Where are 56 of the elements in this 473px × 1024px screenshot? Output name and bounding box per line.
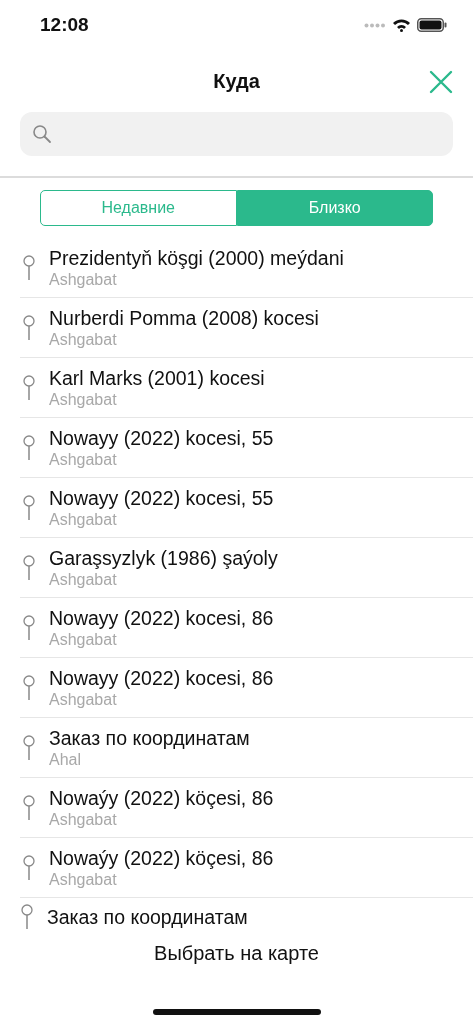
place-city: Ashgabat <box>49 690 118 709</box>
wifi-icon <box>392 18 411 32</box>
pin-icon <box>22 554 36 581</box>
pin-icon <box>22 674 36 701</box>
place-name: Nurberdi Pomma (2008) kocesi <box>49 306 319 330</box>
search-field[interactable] <box>20 112 453 156</box>
place-row[interactable]: Nurberdi Pomma (2008) kocesi Ashgabat <box>20 298 473 358</box>
place-city: Ashgabat <box>49 510 118 529</box>
place-city: Ashgabat <box>49 450 118 469</box>
place-row[interactable]: Nowayy (2022) kocesi, 86 Ashgabat <box>20 658 473 718</box>
place-name: Заказ по координатам <box>47 905 248 929</box>
place-city: Ashgabat <box>49 270 118 289</box>
place-name: Nowayy (2022) kocesi, 55 <box>49 426 274 450</box>
place-city: Ashgabat <box>49 810 118 829</box>
place-row[interactable]: Nowayy (2022) kocesi, 86 Ashgabat <box>20 598 473 658</box>
pin-icon <box>22 434 36 461</box>
battery-icon <box>417 18 447 32</box>
place-row[interactable]: Nowaýy (2022) köçesi, 86 Ashgabat <box>20 838 473 898</box>
place-city: Ahal <box>49 750 83 769</box>
screen-title: Куда <box>213 69 260 93</box>
pin-icon <box>22 494 36 521</box>
place-name: Prezidentyň köşgi (2000) meýdani <box>49 246 344 270</box>
pin-icon <box>22 314 36 341</box>
place-row[interactable]: Karl Marks (2001) kocesi Ashgabat <box>20 358 473 418</box>
place-city: Ashgabat <box>49 330 118 349</box>
place-name: Karl Marks (2001) kocesi <box>49 366 265 390</box>
close-button[interactable] <box>427 68 455 96</box>
place-city: Ashgabat <box>49 870 118 889</box>
pin-icon <box>22 614 36 641</box>
place-name: Nowayy (2022) kocesi, 86 <box>49 606 274 630</box>
place-row[interactable]: Заказ по координатам Ahal <box>20 718 473 778</box>
place-row[interactable]: Nowayy (2022) kocesi, 55 Ashgabat <box>20 418 473 478</box>
place-name: Nowaýy (2022) köçesi, 86 <box>49 846 274 870</box>
close-icon <box>427 68 455 96</box>
place-name: Nowaýy (2022) köçesi, 86 <box>49 786 274 810</box>
pin-icon <box>20 904 34 930</box>
place-city: Ashgabat <box>49 390 118 409</box>
pin-icon <box>22 794 36 821</box>
search-icon <box>32 124 52 144</box>
place-name: Заказ по координатам <box>49 726 250 750</box>
place-name: Garaşsyzlyk (1986) şaýoly <box>49 546 278 570</box>
pin-icon <box>22 374 36 401</box>
choose-on-map-button[interactable]: Выбрать на карте <box>146 938 327 969</box>
place-row[interactable]: Nowayy (2022) kocesi, 55 Ashgabat <box>20 478 473 538</box>
place-name: Nowayy (2022) kocesi, 55 <box>49 486 274 510</box>
place-row[interactable]: Nowaýy (2022) köçesi, 86 Ashgabat <box>20 778 473 838</box>
place-city: Ashgabat <box>49 570 118 589</box>
status-time: 12:08 <box>40 14 89 36</box>
pin-icon <box>22 734 36 761</box>
place-row[interactable]: Prezidentyň köşgi (2000) meýdani Ashgabat <box>20 238 473 298</box>
pin-icon <box>22 254 36 281</box>
place-row[interactable]: Garaşsyzlyk (1986) şaýoly Ashgabat <box>20 538 473 598</box>
place-city: Ashgabat <box>49 630 118 649</box>
signal-icon <box>364 22 386 28</box>
place-name: Nowayy (2022) kocesi, 86 <box>49 666 274 690</box>
pin-icon <box>22 854 36 881</box>
